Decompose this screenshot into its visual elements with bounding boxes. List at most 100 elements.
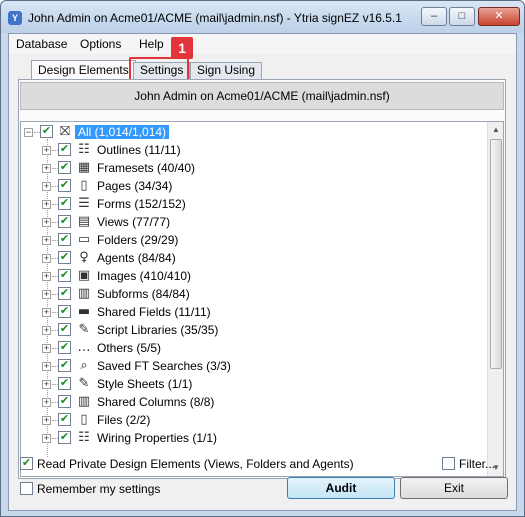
maximize-button[interactable]: □ xyxy=(449,7,475,26)
script-library-icon: ✎ xyxy=(78,322,90,337)
expand-icon[interactable]: + xyxy=(42,326,51,335)
tree-item-checkbox[interactable]: ✔ xyxy=(58,287,71,300)
tree-item-checkbox[interactable]: ✔ xyxy=(58,233,71,246)
tree-item-row[interactable]: + ✔ ▥ Subforms (84/84) xyxy=(21,285,491,303)
tree-item-checkbox[interactable]: ✔ xyxy=(58,305,71,318)
tree-item-row[interactable]: + ✔ ☰ Forms (152/152) xyxy=(21,195,491,213)
view-icon: ▤ xyxy=(77,214,91,229)
tree-item-checkbox[interactable]: ✔ xyxy=(58,323,71,336)
tree-item-checkbox[interactable]: ✔ xyxy=(58,143,71,156)
expand-icon[interactable]: + xyxy=(42,416,51,425)
tree-root-row[interactable]: − ✔ ⛝ All (1,014/1,014) xyxy=(21,123,491,141)
shared-column-icon: ▥ xyxy=(77,394,91,409)
scroll-thumb[interactable] xyxy=(490,139,502,369)
tree-scrollbar[interactable]: ▲ ▼ xyxy=(487,122,503,476)
tree-item-row[interactable]: + ✔ ▤ Views (77/77) xyxy=(21,213,491,231)
tree-item-checkbox[interactable]: ✔ xyxy=(58,377,71,390)
menu-help[interactable]: Help xyxy=(139,37,164,51)
tree-item-row[interactable]: + ✔ ☷ Outlines (11/11) xyxy=(21,141,491,159)
tree-item-row[interactable]: + ✔ ▯ Pages (34/34) xyxy=(21,177,491,195)
title-bar[interactable]: Y John Admin on Acme01/ACME (mail\jadmin… xyxy=(1,1,524,33)
tree-item-checkbox[interactable]: ✔ xyxy=(58,395,71,408)
remember-settings-checkbox[interactable] xyxy=(20,482,33,495)
checkbox-all[interactable]: ✔ xyxy=(40,125,53,138)
app-window: Y John Admin on Acme01/ACME (mail\jadmin… xyxy=(0,0,525,517)
tree-item-checkbox[interactable]: ✔ xyxy=(58,269,71,282)
filter-checkbox[interactable] xyxy=(442,457,455,470)
expand-icon[interactable]: + xyxy=(42,308,51,317)
tree-item-checkbox[interactable]: ✔ xyxy=(58,215,71,228)
tree-item-row[interactable]: + ✔ … Others (5/5) xyxy=(21,339,491,357)
folder-icon: ▭ xyxy=(77,232,91,247)
audit-button[interactable]: Audit xyxy=(287,477,395,499)
filter-label[interactable]: Filter... xyxy=(459,457,495,471)
tree-item-row[interactable]: + ✔ ▦ Framesets (40/40) xyxy=(21,159,491,177)
tree-item-checkbox[interactable]: ✔ xyxy=(58,341,71,354)
tree-item-label: Wiring Properties (1/1) xyxy=(97,431,218,445)
expand-icon[interactable]: + xyxy=(42,434,51,443)
tree-item-label: Shared Columns (8/8) xyxy=(97,395,215,409)
tree-item-label: Shared Fields (11/11) xyxy=(97,305,211,319)
image-icon: ▣ xyxy=(77,268,91,283)
minimize-button[interactable]: – xyxy=(421,7,447,26)
tree-item-checkbox[interactable]: ✔ xyxy=(58,197,71,210)
tree-item-row[interactable]: + ✔ ⌕ Saved FT Searches (3/3) xyxy=(21,357,491,375)
tab-design-elements[interactable]: Design Elements xyxy=(31,60,136,80)
expand-icon[interactable]: + xyxy=(42,236,51,245)
agent-icon: ♀ xyxy=(79,250,89,265)
search-icon: ⌕ xyxy=(80,358,88,373)
menu-database[interactable]: Database xyxy=(16,37,67,51)
tree-item-checkbox[interactable]: ✔ xyxy=(58,179,71,192)
read-private-checkbox[interactable]: ✔ xyxy=(20,457,33,470)
step-number-badge: 1 xyxy=(171,37,193,59)
expand-icon[interactable]: + xyxy=(42,218,51,227)
expand-icon[interactable]: + xyxy=(42,398,51,407)
signEZ-app-icon[interactable]: Y xyxy=(8,11,22,25)
expand-icon[interactable]: + xyxy=(42,380,51,389)
collapse-icon[interactable]: − xyxy=(24,128,33,137)
expand-icon[interactable]: + xyxy=(42,200,51,209)
window-title: John Admin on Acme01/ACME (mail\jadmin.n… xyxy=(28,11,402,25)
tree-item-label: Agents (84/84) xyxy=(97,251,176,265)
scroll-up-arrow-icon[interactable]: ▲ xyxy=(488,122,503,138)
database-icon: ⛝ xyxy=(60,124,70,139)
expand-icon[interactable]: + xyxy=(42,254,51,263)
expand-icon[interactable]: + xyxy=(42,362,51,371)
menu-bar: Database Options Help xyxy=(9,34,516,54)
tab-sign-using[interactable]: Sign Using xyxy=(190,62,263,79)
tree-item-checkbox[interactable]: ✔ xyxy=(58,359,71,372)
subform-icon: ▥ xyxy=(77,286,91,301)
tree-item-row[interactable]: + ✔ ✎ Script Libraries (35/35) xyxy=(21,321,491,339)
close-button[interactable]: ✕ xyxy=(478,7,520,26)
form-icon: ☰ xyxy=(78,196,90,211)
tree-item-row[interactable]: + ✔ ▭ Folders (29/29) xyxy=(21,231,491,249)
design-elements-tree[interactable]: − ✔ ⛝ All (1,014/1,014) + ✔ ☷ Outlines (11/… xyxy=(20,121,504,477)
tree-item-label: Others (5/5) xyxy=(97,341,162,355)
tree-item-row[interactable]: + ✔ ▣ Images (410/410) xyxy=(21,267,491,285)
design-elements-panel: John Admin on Acme01/ACME (mail\jadmin.n… xyxy=(18,79,506,479)
expand-icon[interactable]: + xyxy=(42,272,51,281)
tree-item-row[interactable]: + ✔ ▥ Shared Columns (8/8) xyxy=(21,393,491,411)
expand-icon[interactable]: + xyxy=(42,344,51,353)
tree-item-checkbox[interactable]: ✔ xyxy=(58,161,71,174)
tree-item-label: Saved FT Searches (3/3) xyxy=(97,359,231,373)
exit-button[interactable]: Exit xyxy=(400,477,508,499)
menu-options[interactable]: Options xyxy=(80,37,121,51)
tree-item-checkbox[interactable]: ✔ xyxy=(58,251,71,264)
expand-icon[interactable]: + xyxy=(42,146,51,155)
tree-item-label: Subforms (84/84) xyxy=(97,287,190,301)
expand-icon[interactable]: + xyxy=(42,290,51,299)
client-area: Database Options Help 1 Design Elements … xyxy=(8,33,517,511)
tree-item-row[interactable]: + ✔ ▯ Files (2/2) xyxy=(21,411,491,429)
expand-icon[interactable]: + xyxy=(42,182,51,191)
tree-item-checkbox[interactable]: ✔ xyxy=(58,431,71,444)
tree-item-checkbox[interactable]: ✔ xyxy=(58,413,71,426)
others-icon: … xyxy=(77,340,91,355)
style-sheet-icon: ✎ xyxy=(78,376,90,391)
tree-item-row[interactable]: + ✔ ▬ Shared Fields (11/11) xyxy=(21,303,491,321)
tree-item-row[interactable]: + ✔ ✎ Style Sheets (1/1) xyxy=(21,375,491,393)
tree-item-row[interactable]: + ✔ ☷ Wiring Properties (1/1) xyxy=(21,429,491,447)
tree-item-row[interactable]: + ✔ ♀ Agents (84/84) xyxy=(21,249,491,267)
tree-item-label: Files (2/2) xyxy=(97,413,151,427)
expand-icon[interactable]: + xyxy=(42,164,51,173)
